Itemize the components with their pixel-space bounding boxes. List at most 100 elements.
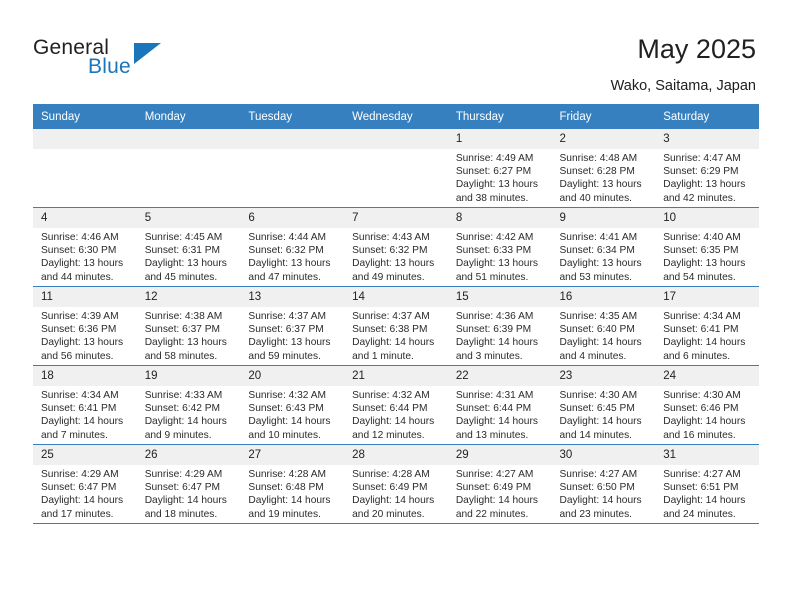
sunrise-text: Sunrise: 4:29 AM <box>144 469 223 480</box>
calendar-day-cell[interactable]: 13 Sunrise: 4:37 AM Sunset: 6:37 PM Dayligh… <box>240 286 345 366</box>
sunrise-text: Sunrise: 4:35 AM <box>559 311 638 322</box>
day-details: Sunrise: 4:33 AM Sunset: 6:42 PM Daylight:… <box>137 386 241 442</box>
weekday-header-friday: Friday <box>551 104 656 129</box>
calendar-week-row: 11 Sunrise: 4:39 AM Sunset: 6:36 PM Dayligh… <box>33 286 759 366</box>
sunrise-text: Sunrise: 4:30 AM <box>663 390 741 401</box>
day-number: 10 <box>655 208 759 228</box>
daylight-text-line1: Daylight: 14 hours <box>663 495 746 507</box>
calendar-day-cell[interactable]: 4 Sunrise: 4:46 AM Sunset: 6:30 PM Daylight… <box>33 207 137 287</box>
day-cell-inner: 21 Sunrise: 4:32 AM Sunset: 6:44 PM Dayligh… <box>344 366 448 444</box>
calendar-day-cell[interactable]: 5 Sunrise: 4:45 AM Sunset: 6:31 PM Daylight… <box>136 207 241 287</box>
daylight-text-line2: and 16 minutes. <box>663 429 736 441</box>
calendar-day-cell[interactable]: 3 Sunrise: 4:47 AM Sunset: 6:29 PM Daylight… <box>655 129 759 208</box>
day-details: Sunrise: 4:35 AM Sunset: 6:40 PM Daylight:… <box>552 307 656 363</box>
sunset-text: Sunset: 6:41 PM <box>663 324 739 336</box>
day-number: 12 <box>136 287 241 307</box>
day-number: 22 <box>447 366 552 386</box>
day-details: Sunrise: 4:42 AM Sunset: 6:33 PM Daylight:… <box>448 228 552 284</box>
calendar-day-cell[interactable]: 22 Sunrise: 4:31 AM Sunset: 6:44 PM Dayligh… <box>447 365 552 445</box>
daylight-text-line1: Daylight: 14 hours <box>663 416 746 428</box>
daylight-text-line1: Daylight: 14 hours <box>248 495 331 507</box>
calendar-day-cell[interactable]: 11 Sunrise: 4:39 AM Sunset: 6:36 PM Dayligh… <box>33 286 137 366</box>
calendar-day-cell[interactable]: 24 Sunrise: 4:30 AM Sunset: 6:46 PM Dayligh… <box>655 365 759 445</box>
sunset-text: Sunset: 6:27 PM <box>455 166 532 178</box>
daylight-text-line1: Daylight: 14 hours <box>352 337 435 349</box>
day-cell-inner: 3 Sunrise: 4:47 AM Sunset: 6:29 PM Daylight… <box>655 129 759 207</box>
sunrise-text: Sunrise: 4:30 AM <box>559 390 638 401</box>
daylight-text-line2: and 4 minutes. <box>559 350 627 362</box>
calendar-day-cell[interactable]: 25 Sunrise: 4:29 AM Sunset: 6:47 PM Dayligh… <box>33 444 137 524</box>
calendar-day-cell[interactable]: 9 Sunrise: 4:41 AM Sunset: 6:34 PM Daylight… <box>551 207 656 287</box>
calendar-day-cell[interactable]: 23 Sunrise: 4:30 AM Sunset: 6:45 PM Dayligh… <box>551 365 656 445</box>
day-details: Sunrise: 4:40 AM Sunset: 6:35 PM Daylight:… <box>655 228 759 284</box>
calendar-day-cell[interactable]: 17 Sunrise: 4:34 AM Sunset: 6:41 PM Dayligh… <box>655 286 759 366</box>
day-details: Sunrise: 4:47 AM Sunset: 6:29 PM Daylight:… <box>655 149 759 205</box>
general-blue-logo[interactable]: General Blue <box>33 36 213 84</box>
daylight-text-line1: Daylight: 14 hours <box>455 495 538 507</box>
calendar-day-cell[interactable]: 6 Sunrise: 4:44 AM Sunset: 6:32 PM Daylight… <box>240 207 345 287</box>
day-number: 15 <box>447 287 552 307</box>
daylight-text-line2: and 53 minutes. <box>559 271 633 283</box>
daylight-text-line2: and 6 minutes. <box>663 350 731 362</box>
day-cell-inner: 15 Sunrise: 4:36 AM Sunset: 6:39 PM Dayligh… <box>447 287 552 365</box>
day-number <box>344 129 448 149</box>
day-details: Sunrise: 4:27 AM Sunset: 6:49 PM Daylight:… <box>448 465 552 521</box>
sunset-text: Sunset: 6:45 PM <box>559 403 635 415</box>
day-cell-inner: 11 Sunrise: 4:39 AM Sunset: 6:36 PM Dayligh… <box>33 287 137 365</box>
day-details: Sunrise: 4:44 AM Sunset: 6:32 PM Daylight:… <box>240 228 344 284</box>
calendar-day-cell[interactable]: 29 Sunrise: 4:27 AM Sunset: 6:49 PM Dayligh… <box>447 444 552 524</box>
day-details: Sunrise: 4:41 AM Sunset: 6:34 PM Daylight:… <box>552 228 656 284</box>
calendar-day-cell[interactable]: 2 Sunrise: 4:48 AM Sunset: 6:28 PM Daylight… <box>551 129 656 208</box>
calendar-day-cell[interactable]: 10 Sunrise: 4:40 AM Sunset: 6:35 PM Dayligh… <box>655 207 759 287</box>
calendar-day-cell[interactable]: 20 Sunrise: 4:32 AM Sunset: 6:43 PM Dayligh… <box>240 365 345 445</box>
daylight-text-line1: Daylight: 14 hours <box>455 416 538 428</box>
sunset-text: Sunset: 6:30 PM <box>41 245 117 257</box>
weekday-header-tuesday: Tuesday <box>240 104 345 129</box>
day-details: Sunrise: 4:28 AM Sunset: 6:49 PM Daylight:… <box>344 465 448 521</box>
day-details: Sunrise: 4:36 AM Sunset: 6:39 PM Daylight:… <box>448 307 552 363</box>
day-details: Sunrise: 4:48 AM Sunset: 6:28 PM Daylight:… <box>552 149 656 205</box>
page-header: General Blue May 2025 Wako, Saitama, Jap… <box>0 0 792 103</box>
daylight-text-line2: and 14 minutes. <box>559 429 633 441</box>
logo-triangle-icon <box>134 43 161 64</box>
day-number: 24 <box>655 366 759 386</box>
calendar-day-cell[interactable]: 14 Sunrise: 4:37 AM Sunset: 6:38 PM Dayligh… <box>344 286 448 366</box>
calendar-day-cell[interactable]: 28 Sunrise: 4:28 AM Sunset: 6:49 PM Dayligh… <box>344 444 448 524</box>
daylight-text-line1: Daylight: 14 hours <box>352 495 435 507</box>
calendar-day-cell[interactable]: 16 Sunrise: 4:35 AM Sunset: 6:40 PM Dayligh… <box>551 286 656 366</box>
daylight-text-line1: Daylight: 13 hours <box>352 258 435 270</box>
daylight-text-line1: Daylight: 14 hours <box>559 337 642 349</box>
daylight-text-line2: and 9 minutes. <box>144 429 212 441</box>
calendar-day-cell[interactable]: 21 Sunrise: 4:32 AM Sunset: 6:44 PM Dayligh… <box>344 365 448 445</box>
calendar-day-cell[interactable]: 26 Sunrise: 4:29 AM Sunset: 6:47 PM Dayligh… <box>136 444 241 524</box>
calendar-day-cell[interactable]: 1 Sunrise: 4:49 AM Sunset: 6:27 PM Daylight… <box>447 129 552 208</box>
day-details: Sunrise: 4:32 AM Sunset: 6:44 PM Daylight:… <box>344 386 448 442</box>
sunrise-text: Sunrise: 4:31 AM <box>455 390 534 401</box>
sunset-text: Sunset: 6:41 PM <box>41 403 117 415</box>
day-details: Sunrise: 4:29 AM Sunset: 6:47 PM Daylight:… <box>137 465 241 521</box>
daylight-text-line2: and 45 minutes. <box>144 271 218 283</box>
calendar-day-cell[interactable]: 31 Sunrise: 4:27 AM Sunset: 6:51 PM Dayligh… <box>655 444 759 524</box>
sunset-text: Sunset: 6:29 PM <box>663 166 739 178</box>
day-number: 8 <box>447 208 552 228</box>
sunset-text: Sunset: 6:44 PM <box>352 403 428 415</box>
calendar-day-cell[interactable]: 18 Sunrise: 4:34 AM Sunset: 6:41 PM Dayligh… <box>33 365 137 445</box>
calendar-day-cell[interactable]: 19 Sunrise: 4:33 AM Sunset: 6:42 PM Dayligh… <box>136 365 241 445</box>
day-number: 11 <box>33 287 137 307</box>
calendar-day-cell[interactable]: 7 Sunrise: 4:43 AM Sunset: 6:32 PM Daylight… <box>344 207 448 287</box>
calendar-day-cell[interactable]: 8 Sunrise: 4:42 AM Sunset: 6:33 PM Daylight… <box>447 207 552 287</box>
daylight-text-line2: and 7 minutes. <box>41 429 108 441</box>
day-number: 18 <box>33 366 137 386</box>
sunset-text: Sunset: 6:43 PM <box>248 403 324 415</box>
calendar-day-cell[interactable]: 15 Sunrise: 4:36 AM Sunset: 6:39 PM Dayligh… <box>447 286 552 366</box>
calendar-day-cell[interactable]: 12 Sunrise: 4:38 AM Sunset: 6:37 PM Dayligh… <box>136 286 241 366</box>
day-cell-inner: 27 Sunrise: 4:28 AM Sunset: 6:48 PM Dayligh… <box>240 445 345 523</box>
calendar-day-cell[interactable]: 30 Sunrise: 4:27 AM Sunset: 6:50 PM Dayligh… <box>551 444 656 524</box>
calendar-day-cell[interactable]: 27 Sunrise: 4:28 AM Sunset: 6:48 PM Dayligh… <box>240 444 345 524</box>
day-details: Sunrise: 4:32 AM Sunset: 6:43 PM Daylight:… <box>240 386 344 442</box>
sunrise-text: Sunrise: 4:29 AM <box>41 469 119 480</box>
sunrise-text: Sunrise: 4:44 AM <box>248 232 326 243</box>
day-details: Sunrise: 4:31 AM Sunset: 6:44 PM Daylight:… <box>448 386 552 442</box>
calendar-day-cell-empty <box>344 129 448 208</box>
sunset-text: Sunset: 6:47 PM <box>41 482 117 494</box>
